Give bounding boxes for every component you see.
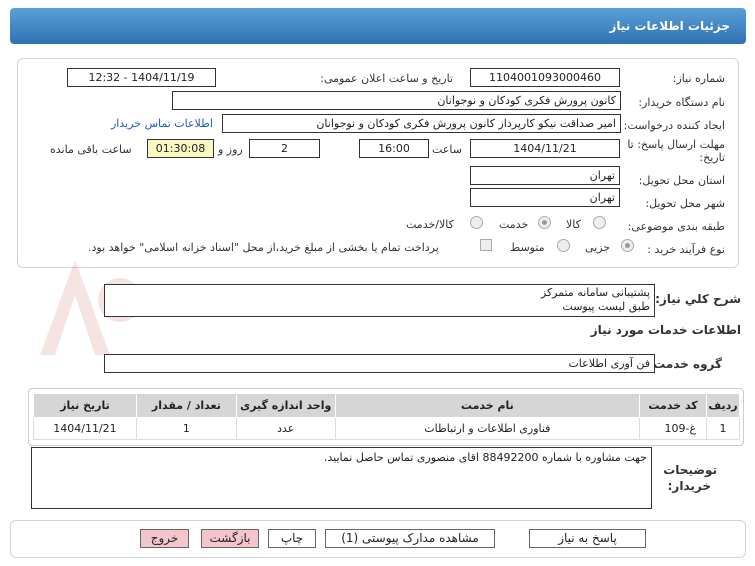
buyer-notes-label-1: توضیحات [663, 463, 717, 477]
creator-field: امیر صداقت نیکو کارپرداز کانون پرورش فکر… [222, 114, 621, 133]
buyer-notes-box: جهت مشاوره با شماره 88492200 اقای منصوری… [31, 447, 652, 509]
category-radio-goods[interactable] [593, 216, 606, 229]
city-label: شهر محل تحویل: [645, 197, 725, 210]
col-date-header: تاریخ نیاز [33, 393, 137, 418]
buyer-org-label: نام دستگاه خریدار: [638, 96, 725, 109]
reply-button[interactable]: پاسخ به نیاز [529, 529, 646, 548]
page-header: جزئیات اطلاعات نیاز [10, 8, 746, 44]
cell-qty: 1 [135, 417, 237, 440]
need-number-label: شماره نیاز: [672, 72, 725, 85]
col-qty-header: تعداد / مقدار [135, 393, 237, 418]
category-radio-service[interactable] [538, 216, 551, 229]
category-option-service: خدمت [499, 218, 529, 231]
treasury-checkbox[interactable] [480, 239, 492, 251]
category-option-both: کالا/خدمت [406, 218, 454, 231]
table-header-row: ردیف کد خدمت نام خدمت واحد اندازه گیری ت… [33, 393, 740, 418]
page-title: جزئیات اطلاعات نیاز [609, 19, 730, 33]
buyer-org-field: کانون پرورش فکری کودکان و نوجوانان [172, 91, 621, 110]
remaining-time-field: 01:30:08 [147, 139, 214, 158]
province-label: استان محل تحویل: [638, 174, 725, 187]
back-button[interactable]: بازگشت [201, 529, 259, 548]
service-group-field: فن آوری اطلاعات [104, 354, 655, 373]
category-radio-both[interactable] [470, 216, 483, 229]
service-group-label: گروه خدمت: [648, 357, 722, 371]
exit-button[interactable]: خروج [140, 529, 189, 548]
deadline-label-2: تاریخ: [699, 151, 725, 164]
deadline-time-field: 16:00 [359, 139, 429, 158]
description-box: پشتیبانی سامانه متمرکز طبق لیست پیوست [104, 284, 655, 317]
col-code-header: کد خدمت [639, 393, 708, 418]
cell-name: فناوری اطلاعات و ارتباطات [334, 417, 641, 440]
category-label: طبقه بندی موضوعی: [627, 220, 725, 233]
print-button[interactable]: چاپ [268, 529, 316, 548]
attachments-button[interactable]: مشاهده مدارک پیوستی (1) [325, 529, 495, 548]
days-label: روز و [218, 143, 243, 156]
info-panel [17, 58, 739, 268]
col-name-header: نام خدمت [334, 393, 641, 418]
process-option-medium: متوسط [510, 241, 545, 254]
buyer-notes-label-2: خریدار: [667, 479, 711, 493]
col-row-header: ردیف [706, 393, 740, 418]
category-option-goods: کالا [566, 218, 581, 231]
cell-date: 1404/11/21 [33, 417, 137, 440]
cell-code: غ-109 [639, 417, 708, 440]
time-label: ساعت [432, 143, 462, 156]
need-number-field: 1104001093000460 [470, 68, 620, 87]
services-section-title: اطلاعات خدمات مورد نیاز [590, 323, 741, 337]
remaining-label: ساعت باقی مانده [50, 143, 132, 156]
process-label: نوع فرآیند خرید : [647, 243, 725, 256]
deadline-date-field: 1404/11/21 [470, 139, 620, 158]
description-line-1: پشتیبانی سامانه متمرکز [540, 286, 650, 299]
col-unit-header: واحد اندازه گیری [235, 393, 336, 418]
process-radio-medium[interactable] [557, 239, 570, 252]
cell-row: 1 [706, 417, 740, 440]
announce-label: تاریخ و ساعت اعلان عمومی: [320, 72, 453, 85]
cell-unit: عدد [235, 417, 336, 440]
description-label: شرح کلي نياز: [655, 292, 741, 306]
process-option-minor: جزیی [585, 241, 611, 254]
table-row: 1 غ-109 فناوری اطلاعات و ارتباطات عدد 1 … [33, 417, 740, 440]
payment-note: پرداخت تمام یا بخشی از مبلغ خرید،از محل … [88, 241, 439, 254]
city-field: تهران [470, 188, 620, 207]
deadline-label-1: مهلت ارسال پاسخ: تا [627, 138, 725, 151]
province-field: تهران [470, 166, 620, 185]
services-table: ردیف کد خدمت نام خدمت واحد اندازه گیری ت… [33, 393, 740, 440]
creator-label: ایجاد کننده درخواست: [623, 119, 725, 132]
announce-field: 1404/11/19 - 12:32 [67, 68, 216, 87]
days-field: 2 [249, 139, 320, 158]
process-radio-minor[interactable] [621, 239, 634, 252]
description-line-2: طبق لیست پیوست [562, 300, 650, 313]
contact-buyer-link[interactable]: اطلاعات تماس خریدار [111, 117, 213, 130]
